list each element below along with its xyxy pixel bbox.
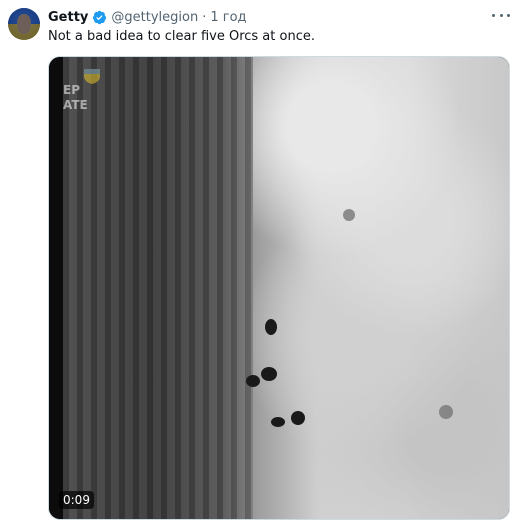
verified-badge-icon xyxy=(93,10,107,24)
author-name[interactable]: Getty xyxy=(48,10,88,25)
crater-2 xyxy=(343,209,355,221)
more-dot xyxy=(507,13,510,17)
tweet-timestamp[interactable]: 1 год xyxy=(210,10,246,25)
more-options-icon[interactable] xyxy=(492,10,510,20)
video-letterbox xyxy=(49,57,63,519)
watermark-line-2: ATE xyxy=(63,98,88,112)
figure-1 xyxy=(265,319,277,335)
video-timer: 0:09 xyxy=(59,491,94,509)
header-separator: · xyxy=(202,9,207,25)
video-frame: EP ATE xyxy=(63,57,509,519)
figure-4 xyxy=(271,417,285,427)
tweet-text: Not a bad idea to clear five Orcs at onc… xyxy=(48,29,315,44)
avatar-portrait xyxy=(17,14,31,34)
author-avatar[interactable] xyxy=(8,8,40,40)
tweet-video[interactable]: EP ATE 0:09 xyxy=(48,56,510,520)
tweet-header: Getty @gettylegion · 1 год xyxy=(48,7,247,27)
field-dark-area xyxy=(63,57,263,519)
more-dot xyxy=(499,13,503,17)
more-dot xyxy=(492,13,495,17)
video-watermark-text: EP ATE xyxy=(63,83,109,113)
smoke-cloud-area xyxy=(253,57,509,519)
watermark-line-1: EP xyxy=(63,83,80,97)
crater-1 xyxy=(439,405,453,419)
figure-3 xyxy=(261,367,277,381)
figure-2 xyxy=(246,375,260,387)
tweet[interactable]: Getty @gettylegion · 1 год Not a bad ide… xyxy=(0,0,518,528)
figure-5 xyxy=(291,411,305,425)
author-handle[interactable]: @gettylegion xyxy=(111,10,198,25)
